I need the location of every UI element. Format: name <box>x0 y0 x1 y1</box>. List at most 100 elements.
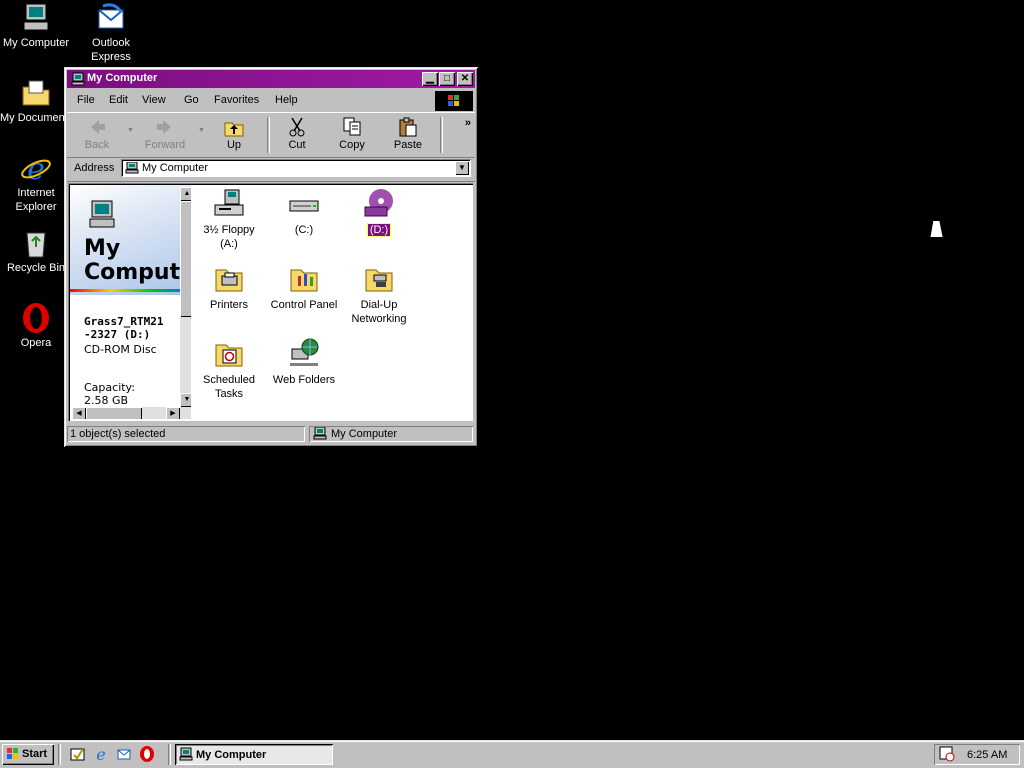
item-label: Dial-Up <box>360 299 398 311</box>
status-zone-text: My Computer <box>331 428 398 440</box>
minimize-button[interactable]: ▁ <box>422 72 438 86</box>
item-control-panel[interactable]: Control Panel <box>267 262 341 312</box>
item-label: 3½ Floppy <box>203 224 255 236</box>
desktop-icon-label: My Documents <box>0 112 74 124</box>
status-zone-panel: My Computer <box>309 426 473 442</box>
desktop-icon-my-computer[interactable]: My Computer <box>0 2 72 50</box>
address-bar: Address My Computer ▼ <box>67 157 475 182</box>
toolbar-separator <box>440 117 443 153</box>
desktop-icon-label: Opera <box>20 337 52 349</box>
desktop-icon-label-line2: Express <box>91 51 131 63</box>
item-printers[interactable]: Printers <box>192 262 266 312</box>
scroll-down-button[interactable]: ▼ <box>180 393 191 407</box>
address-combobox[interactable]: My Computer ▼ <box>121 159 471 177</box>
item-drive-d[interactable]: (D:) <box>342 187 416 237</box>
back-dropdown-icon[interactable]: ▼ <box>127 127 134 134</box>
standard-toolbar: Back ▼ Forward ▼ Up Cut Copy Paste » <box>67 112 475 158</box>
title-bar[interactable]: My Computer ▁ □ ✕ <box>67 70 475 88</box>
item-floppy-a[interactable]: 3½ Floppy (A:) <box>192 187 266 251</box>
selected-drive-capacity: Capacity: 2.58 GB <box>84 381 135 407</box>
scroll-right-icon: ▶ <box>170 410 176 417</box>
item-dialup-networking[interactable]: Dial-Up Networking <box>342 262 416 326</box>
opera-quicklaunch-icon[interactable] <box>139 746 155 762</box>
outlook-express-icon <box>95 2 127 34</box>
floppy-drive-icon <box>213 187 245 219</box>
toolbar-separator <box>267 117 270 153</box>
up-button[interactable]: Up <box>208 117 260 151</box>
item-label: (D:) <box>366 223 392 237</box>
desktop-icon-internet-explorer[interactable]: e Internet Explorer <box>0 152 72 214</box>
item-scheduled-tasks[interactable]: Scheduled Tasks <box>192 337 266 401</box>
cut-label: Cut <box>288 139 306 151</box>
menu-favorites[interactable]: Favorites <box>214 94 259 106</box>
show-desktop-icon[interactable] <box>70 746 86 762</box>
scroll-right-button[interactable]: ▶ <box>166 407 180 419</box>
close-button[interactable]: ✕ <box>457 72 473 86</box>
maximize-icon: □ <box>443 73 451 84</box>
item-label-line2: Tasks <box>214 388 244 400</box>
my-computer-large-icon <box>86 199 118 231</box>
scroll-up-button[interactable]: ▲ <box>180 187 191 201</box>
desktop-icon-recycle-bin[interactable]: Recycle Bin <box>0 227 72 275</box>
recycle-bin-icon <box>20 227 52 259</box>
cut-button[interactable]: Cut <box>271 117 323 151</box>
web-folders-icon <box>288 337 320 369</box>
back-arrow-icon <box>85 117 109 137</box>
menu-view[interactable]: View <box>142 94 166 106</box>
internet-explorer-quicklaunch-icon[interactable]: e <box>93 745 109 764</box>
address-dropdown-button[interactable]: ▼ <box>455 161 469 175</box>
paste-label: Paste <box>393 139 423 151</box>
drive-list: 3½ Floppy (A:) (C:) (D:) Printers Contro… <box>192 185 471 419</box>
copy-label: Copy <box>339 139 365 151</box>
item-label: Scheduled <box>203 374 255 386</box>
menu-help[interactable]: Help <box>275 94 298 106</box>
internet-explorer-icon: e <box>20 152 52 187</box>
address-label: Address <box>74 162 115 174</box>
selected-drive-name-line1: Grass7_RTM21 <box>84 315 164 328</box>
info-pane-horizontal-scrollbar[interactable]: ◀ ▶ <box>72 407 191 419</box>
paste-button[interactable]: Paste <box>382 117 434 151</box>
forward-dropdown-icon[interactable]: ▼ <box>198 127 205 134</box>
desktop-icon-opera[interactable]: Opera <box>0 302 72 350</box>
maximize-button[interactable]: □ <box>439 72 455 86</box>
taskbar-separator <box>168 744 171 765</box>
hard-drive-icon <box>288 187 320 219</box>
item-label: Control Panel <box>270 299 338 311</box>
taskbar-button-my-computer[interactable]: My Computer <box>175 744 333 765</box>
menu-file[interactable]: File <box>77 94 95 106</box>
task-scheduler-tray-icon[interactable] <box>939 746 955 765</box>
menu-go[interactable]: Go <box>184 94 199 106</box>
capacity-value: 2.58 GB <box>84 394 129 407</box>
item-label: Printers <box>210 299 248 311</box>
item-label-line2: Networking <box>351 313 407 325</box>
forward-arrow-icon <box>153 117 177 137</box>
forward-button[interactable]: Forward <box>139 117 191 151</box>
vertical-scroll-thumb[interactable] <box>180 201 191 317</box>
info-pane-vertical-scrollbar[interactable]: ▲ ▼ <box>180 187 191 407</box>
item-web-folders[interactable]: Web Folders <box>267 337 341 387</box>
clock[interactable]: 6:25 AM <box>967 749 1007 761</box>
horizontal-scroll-thumb[interactable] <box>86 407 142 419</box>
toolbar-overflow-button[interactable]: » <box>465 117 471 129</box>
item-drive-c[interactable]: (C:) <box>267 187 341 237</box>
start-button[interactable]: Start <box>2 744 54 765</box>
desktop-icon-outlook-express[interactable]: Outlook Express <box>75 2 147 64</box>
back-button[interactable]: Back <box>71 117 123 151</box>
desktop-icon-label: Internet <box>17 187 55 199</box>
copy-button[interactable]: Copy <box>326 117 378 151</box>
windows-flag-icon <box>6 747 20 764</box>
menu-bar: File Edit View Go Favorites Help <box>67 90 475 111</box>
my-computer-icon <box>20 2 52 34</box>
taskbar-button-label: My Computer <box>196 749 267 761</box>
outlook-express-quicklaunch-icon[interactable] <box>116 746 132 762</box>
selected-drive-name-line2: -2327 (D:) <box>84 328 151 341</box>
desktop-icon-my-documents[interactable]: My Documents <box>0 77 74 125</box>
up-label: Up <box>226 139 242 151</box>
scroll-left-button[interactable]: ◀ <box>72 407 86 419</box>
capacity-label: Capacity: <box>84 381 135 394</box>
menu-edit[interactable]: Edit <box>109 94 128 106</box>
my-computer-small-icon <box>71 72 85 86</box>
scroll-up-icon: ▲ <box>183 190 191 197</box>
minimize-icon: ▁ <box>426 73 434 84</box>
window-title: My Computer <box>87 72 158 84</box>
